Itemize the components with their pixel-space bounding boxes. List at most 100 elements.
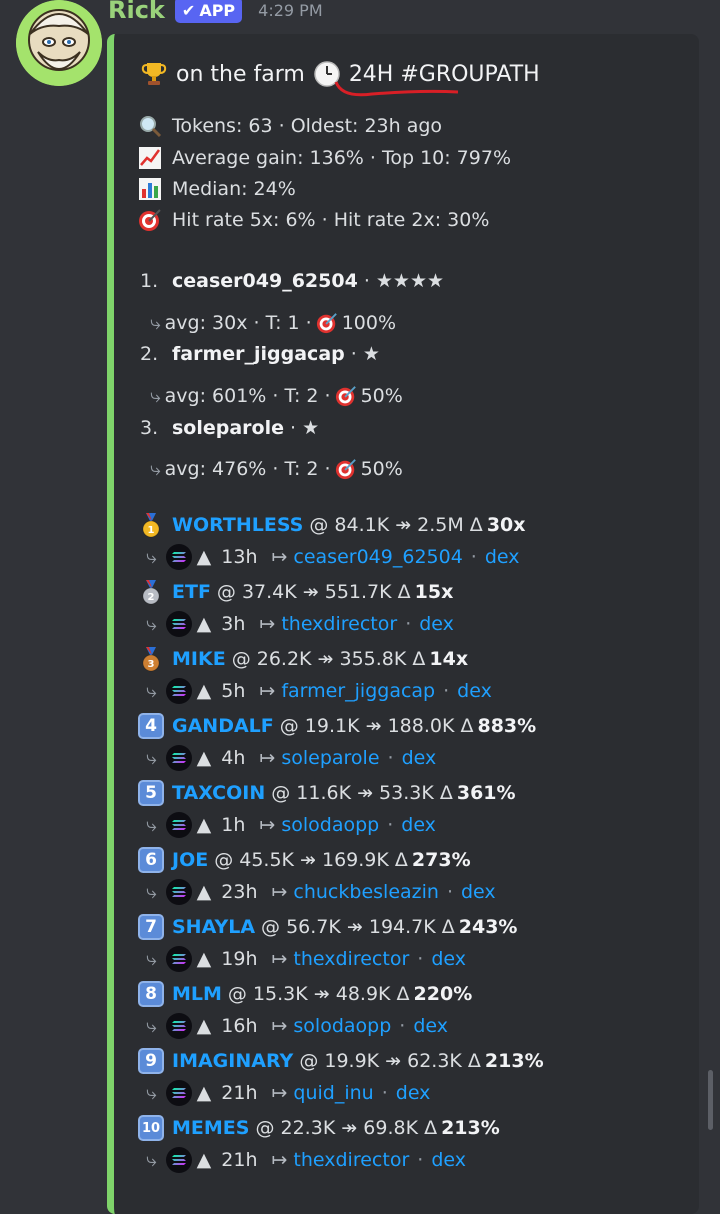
stat-text: Median: 24% [172,178,296,200]
caller-link[interactable]: thexdirector [293,948,409,970]
token-detail-row: ⤷ ▲ 1h ↦ solodaopp · dex [146,811,436,839]
app-badge-label: APP [199,0,236,20]
up-triangle-icon: ▲ [196,1082,212,1104]
trophy-icon [140,60,168,88]
token-detail-row: ⤷ ▲ 19h ↦ thexdirector · dex [146,945,466,973]
separator-dot: · [446,881,453,903]
mapsto-arrow-icon: ↦ [271,1015,288,1037]
token-gain: 243% [458,916,518,938]
token-prices: @ 19.9K ↠ 62.3K Δ [299,1050,481,1072]
token-prices: @ 37.4K ↠ 551.7K Δ [216,581,411,603]
solana-icon [165,677,193,705]
caller-link[interactable]: soleparole [281,747,379,769]
caller-link[interactable]: quid_inu [293,1082,373,1104]
token-name-link[interactable]: IMAGINARY [172,1050,293,1072]
solana-icon [165,811,193,839]
bronze-medal-icon: 3 [138,646,164,672]
token-gain: 220% [413,983,473,1005]
reply-hook-icon: ⤷ [146,613,157,635]
username[interactable]: Rick [108,0,165,24]
reply-hook-icon: ⤷ [146,546,157,568]
token-detail-row: ⤷ ▲ 5h ↦ farmer_jiggacap · dex [146,677,492,705]
token-row: 10 MEMES @ 22.3K ↠ 69.8K Δ 213% [138,1115,500,1141]
caller-link[interactable]: thexdirector [293,1149,409,1171]
token-name-link[interactable]: SHAYLA [172,916,255,938]
token-detail-row: ⤷ ▲ 4h ↦ soleparole · dex [146,744,436,772]
stat-text: Tokens: 63 · Oldest: 23h ago [172,115,443,137]
token-age: 5h [221,680,246,702]
token-detail-row: ⤷ ▲ 16h ↦ solodaopp · dex [146,1012,448,1040]
target-icon [138,208,162,232]
token-prices: @ 26.2K ↠ 355.8K Δ [231,648,426,670]
token-age: 21h [221,1082,258,1104]
token-gain: 361% [456,782,516,804]
token-name-link[interactable]: MLM [172,983,222,1005]
token-prices: @ 45.5K ↠ 169.9K Δ [214,849,408,871]
caller-link[interactable]: chuckbesleazin [293,881,439,903]
rank-hit: 100% [341,312,397,334]
caller-link[interactable]: thexdirector [281,613,397,635]
token-name-link[interactable]: ETF [172,581,211,603]
dex-link[interactable]: dex [401,814,436,836]
reply-hook-icon: ⤷ [146,814,157,836]
rank-name: ceaser049_62504 [172,270,358,292]
up-triangle-icon: ▲ [196,881,212,903]
solana-icon [165,744,193,772]
token-name-link[interactable]: GANDALF [172,715,274,737]
mapsto-arrow-icon: ↦ [271,1082,288,1104]
token-name-link[interactable]: JOE [172,849,208,871]
reply-hook-icon: ⤷ [146,948,157,970]
token-name-link[interactable]: WORTHLESS [172,514,303,536]
dex-link[interactable]: dex [461,881,496,903]
token-row: 1 WORTHLESS @ 84.1K ↠ 2.5M Δ 30x [138,512,526,538]
caller-link[interactable]: solodaopp [281,814,379,836]
token-row: 4 GANDALF @ 19.1K ↠ 188.0K Δ 883% [138,713,536,739]
rank-stars: · ★ [290,417,320,439]
scrollbar[interactable] [708,1070,713,1130]
caller-link[interactable]: solodaopp [293,1015,391,1037]
caller-link[interactable]: ceaser049_62504 [293,546,462,568]
rank-stars: · ★ [350,343,380,365]
token-detail-row: ⤷ ▲ 21h ↦ thexdirector · dex [146,1146,466,1174]
reply-hook-icon: ⤷ [150,385,161,407]
token-row: 2 ETF @ 37.4K ↠ 551.7K Δ 15x [138,579,453,605]
dex-link[interactable]: dex [413,1015,448,1037]
rank-number: 2. [140,343,159,365]
dex-link[interactable]: dex [485,546,520,568]
token-name-link[interactable]: MEMES [172,1117,249,1139]
target-icon [335,458,357,480]
caller-link[interactable]: farmer_jiggacap [281,680,435,702]
mapsto-arrow-icon: ↦ [259,613,276,635]
solana-icon [165,610,193,638]
reply-hook-icon: ⤷ [146,881,157,903]
reply-hook-icon: ⤷ [146,1082,157,1104]
solana-icon [165,1012,193,1040]
rank-avg: avg: 30x · T: 1 · [164,312,312,334]
token-prices: @ 19.1K ↠ 188.0K Δ [279,715,474,737]
ranking-detail: ⤷ avg: 476% · T: 2 · 50% [150,458,403,480]
dex-link[interactable]: dex [431,948,466,970]
token-gain: 883% [477,715,537,737]
stat-row: Hit rate 5x: 6% · Hit rate 2x: 30% [138,208,489,232]
ranking-detail: ⤷ avg: 30x · T: 1 · 100% [150,312,396,334]
token-name-link[interactable]: MIKE [172,648,226,670]
dex-link[interactable]: dex [431,1149,466,1171]
medal-rank: 2 [148,592,155,603]
dex-link[interactable]: dex [396,1082,431,1104]
rank-hit: 50% [360,458,403,480]
mapsto-arrow-icon: ↦ [259,814,276,836]
avatar[interactable] [16,0,102,86]
ranking-row: 3. soleparole · ★ [140,417,319,439]
mapsto-arrow-icon: ↦ [271,1149,288,1171]
dex-link[interactable]: dex [402,747,437,769]
dex-link[interactable]: dex [419,613,454,635]
embed-card: on the farm 24H #GROUPATH Tokens: 63 · O… [107,34,699,1214]
keycap-number-icon: 4 [138,713,164,739]
reply-hook-icon: ⤷ [146,747,157,769]
token-name-link[interactable]: TAXCOIN [172,782,265,804]
dex-link[interactable]: dex [457,680,492,702]
token-age: 4h [221,747,246,769]
token-row: 6 JOE @ 45.5K ↠ 169.9K Δ 273% [138,847,471,873]
target-icon [316,312,338,334]
token-prices: @ 84.1K ↠ 2.5M Δ [309,514,483,536]
